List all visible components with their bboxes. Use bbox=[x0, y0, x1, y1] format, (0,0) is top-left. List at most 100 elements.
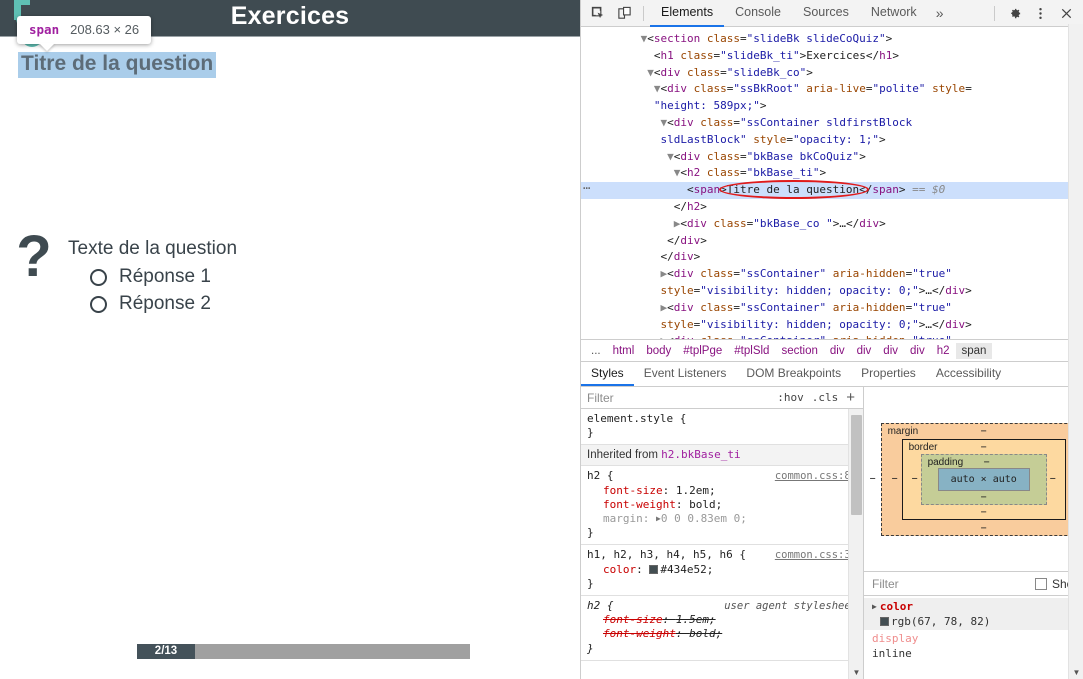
tab-dom-breakpoints[interactable]: DOM Breakpoints bbox=[736, 362, 851, 386]
breadcrumb[interactable]: ...htmlbody#tplPge#tplSldsectiondivdivdi… bbox=[581, 340, 1083, 362]
breadcrumb-item-tplPge[interactable]: #tplPge bbox=[677, 343, 728, 359]
close-icon[interactable] bbox=[1053, 1, 1079, 25]
tab-styles[interactable]: Styles bbox=[581, 362, 634, 386]
dom-node-row[interactable]: ▼<div class="ssBkRoot" aria-live="polite… bbox=[581, 81, 1068, 98]
box-model-margin[interactable]: margin − − − − border − − − − bbox=[881, 423, 1083, 536]
declaration[interactable]: font-weight: bold; bbox=[587, 627, 857, 641]
padding-top-value[interactable]: − bbox=[984, 457, 990, 468]
declaration[interactable]: color: #434e52; bbox=[587, 563, 857, 577]
border-bottom-value[interactable]: − bbox=[981, 507, 987, 518]
dom-node-row[interactable]: ▶<div class="ssContainer" aria-hidden="t… bbox=[581, 333, 1068, 339]
breadcrumb-item-div[interactable]: div bbox=[904, 343, 931, 359]
tab-sources[interactable]: Sources bbox=[792, 0, 860, 27]
expand-arrow-icon[interactable]: ▶ bbox=[872, 599, 877, 614]
declaration[interactable]: font-size: 1.2em; bbox=[587, 484, 857, 498]
box-model-border[interactable]: border − − − − padding − − − bbox=[902, 439, 1066, 520]
device-toolbar-icon[interactable] bbox=[611, 1, 637, 25]
rule-source-link[interactable]: common.css:82 bbox=[775, 469, 857, 483]
color-swatch[interactable] bbox=[649, 565, 658, 574]
radio-button-icon[interactable] bbox=[90, 269, 107, 286]
question-mark-icon: ? bbox=[0, 228, 68, 283]
border-left-value[interactable]: − bbox=[892, 474, 898, 485]
dom-node-row[interactable]: ▶<div class="bkBase_co ">…</div> bbox=[581, 216, 1068, 233]
dom-node-row[interactable]: ▼<div class="slideBk_co"> bbox=[581, 65, 1068, 82]
box-model-content[interactable]: auto × auto bbox=[938, 468, 1030, 491]
dom-tree-pane[interactable]: ▼<section class="slideBk slideCoQuiz"> <… bbox=[581, 27, 1083, 340]
box-model-diagram[interactable]: margin − − − − border − − − − bbox=[864, 387, 1083, 572]
declaration[interactable]: margin: ▶0 0 0.83em 0; bbox=[587, 512, 857, 526]
scroll-down-arrow-icon[interactable]: ▼ bbox=[849, 665, 864, 679]
dom-node-row[interactable]: ▶<div class="ssContainer" aria-hidden="t… bbox=[581, 266, 1068, 283]
margin-left-value[interactable]: − bbox=[870, 474, 876, 485]
styles-filter-input[interactable] bbox=[585, 390, 769, 406]
dom-node-row[interactable]: ▼<section class="slideBk slideCoQuiz"> bbox=[581, 31, 1068, 48]
border-top-value[interactable]: − bbox=[981, 442, 987, 453]
margin-bottom-value[interactable]: − bbox=[981, 523, 987, 534]
styles-scrollbar[interactable]: ▼ bbox=[848, 409, 863, 679]
dom-node-row-selected[interactable]: ⋯ <span>Titre de la question</span> == $… bbox=[581, 182, 1068, 199]
breadcrumb-item-html[interactable]: html bbox=[607, 343, 641, 359]
dom-node-row[interactable]: ▼<div class="bkBase bkCoQuiz"> bbox=[581, 149, 1068, 166]
breadcrumb-item-span[interactable]: span bbox=[956, 343, 993, 359]
inspect-element-icon[interactable] bbox=[585, 1, 611, 25]
rule-h2-common82[interactable]: common.css:82 h2 { font-size: 1.2em; fon… bbox=[581, 466, 863, 545]
tab-accessibility[interactable]: Accessibility bbox=[926, 362, 1011, 386]
radio-button-icon[interactable] bbox=[90, 296, 107, 313]
computed-property-display[interactable]: display inline bbox=[864, 630, 1083, 662]
declaration[interactable]: font-size: 1.5em; bbox=[587, 613, 857, 627]
breadcrumb-item-div[interactable]: div bbox=[824, 343, 851, 359]
dom-node-row[interactable]: ▼<h2 class="bkBase_ti"> bbox=[581, 165, 1068, 182]
padding-right-value[interactable]: − bbox=[1050, 474, 1056, 485]
box-model-padding[interactable]: padding − − − − auto × auto bbox=[921, 454, 1047, 505]
dom-node-row[interactable]: ▼<div class="ssContainer sldfirstBlock bbox=[581, 115, 1068, 132]
answer-option[interactable]: Réponse 1 bbox=[90, 266, 237, 288]
more-tabs-chevron-icon[interactable]: » bbox=[928, 0, 952, 27]
scrollbar-thumb[interactable] bbox=[851, 415, 862, 515]
gear-icon[interactable] bbox=[1001, 1, 1027, 25]
dom-node-row[interactable]: </h2> bbox=[581, 199, 1068, 216]
computed-property-color[interactable]: ▶color rgb(67, 78, 82) bbox=[864, 598, 1083, 630]
cls-toggle[interactable]: .cls bbox=[812, 391, 839, 404]
breadcrumb-item-body[interactable]: body bbox=[640, 343, 677, 359]
breadcrumb-item-div[interactable]: div bbox=[851, 343, 878, 359]
margin-top-value[interactable]: − bbox=[981, 426, 987, 437]
dom-tree[interactable]: ▼<section class="slideBk slideCoQuiz"> <… bbox=[581, 27, 1068, 339]
rule-element-style[interactable]: element.style { } bbox=[581, 409, 863, 445]
tab-network[interactable]: Network bbox=[860, 0, 928, 27]
rule-headings-common39[interactable]: common.css:39 h1, h2, h3, h4, h5, h6 { c… bbox=[581, 545, 863, 596]
more-options-icon[interactable] bbox=[1027, 1, 1053, 25]
padding-bottom-value[interactable]: − bbox=[981, 492, 987, 503]
breadcrumb-item-section[interactable]: section bbox=[775, 343, 823, 359]
new-style-rule-button[interactable]: + bbox=[846, 389, 859, 406]
tab-elements[interactable]: Elements bbox=[650, 0, 724, 27]
dom-node-row[interactable]: style="visibility: hidden; opacity: 0;">… bbox=[581, 317, 1068, 334]
padding-left-value[interactable]: − bbox=[912, 474, 918, 485]
tab-console[interactable]: Console bbox=[724, 0, 792, 27]
declaration[interactable]: font-weight: bold; bbox=[587, 498, 857, 512]
dom-node-row[interactable]: <h1 class="slideBk_ti">Exercices</h1> bbox=[581, 48, 1068, 65]
answer-option[interactable]: Réponse 2 bbox=[90, 293, 237, 315]
color-swatch[interactable] bbox=[880, 617, 889, 626]
dom-node-row[interactable]: </div> bbox=[581, 233, 1068, 250]
hov-toggle[interactable]: :hov bbox=[777, 391, 804, 404]
node-badge-icon[interactable]: ⋯ bbox=[583, 180, 591, 197]
dom-node-row[interactable]: </div> bbox=[581, 249, 1068, 266]
breadcrumb-item-h2[interactable]: h2 bbox=[931, 343, 956, 359]
inherited-selector[interactable]: h2.bkBase_ti bbox=[661, 448, 740, 461]
dom-node-row[interactable]: ▶<div class="ssContainer" aria-hidden="t… bbox=[581, 300, 1068, 317]
slide-progress-bar[interactable]: 2/13 bbox=[137, 644, 470, 659]
breadcrumb-item-tplSld[interactable]: #tplSld bbox=[728, 343, 775, 359]
computed-filter-input[interactable] bbox=[870, 576, 1029, 592]
dom-node-row[interactable]: "height: 589px;"> bbox=[581, 98, 1068, 115]
rule-h2-user-agent[interactable]: user agent stylesheet h2 { font-size: 1.… bbox=[581, 596, 863, 661]
dom-node-row[interactable]: sldLastBlock" style="opacity: 1;"> bbox=[581, 132, 1068, 149]
computed-scrollbar[interactable]: ▼ bbox=[1068, 24, 1083, 679]
tab-event-listeners[interactable]: Event Listeners bbox=[634, 362, 737, 386]
dom-node-row[interactable]: style="visibility: hidden; opacity: 0;">… bbox=[581, 283, 1068, 300]
checkbox-icon[interactable] bbox=[1035, 578, 1047, 590]
breadcrumb-item-[interactable]: ... bbox=[585, 343, 607, 359]
breadcrumb-item-div[interactable]: div bbox=[877, 343, 904, 359]
scroll-down-arrow-icon[interactable]: ▼ bbox=[1069, 665, 1083, 679]
tab-properties[interactable]: Properties bbox=[851, 362, 926, 386]
rule-source-link[interactable]: common.css:39 bbox=[775, 548, 857, 562]
